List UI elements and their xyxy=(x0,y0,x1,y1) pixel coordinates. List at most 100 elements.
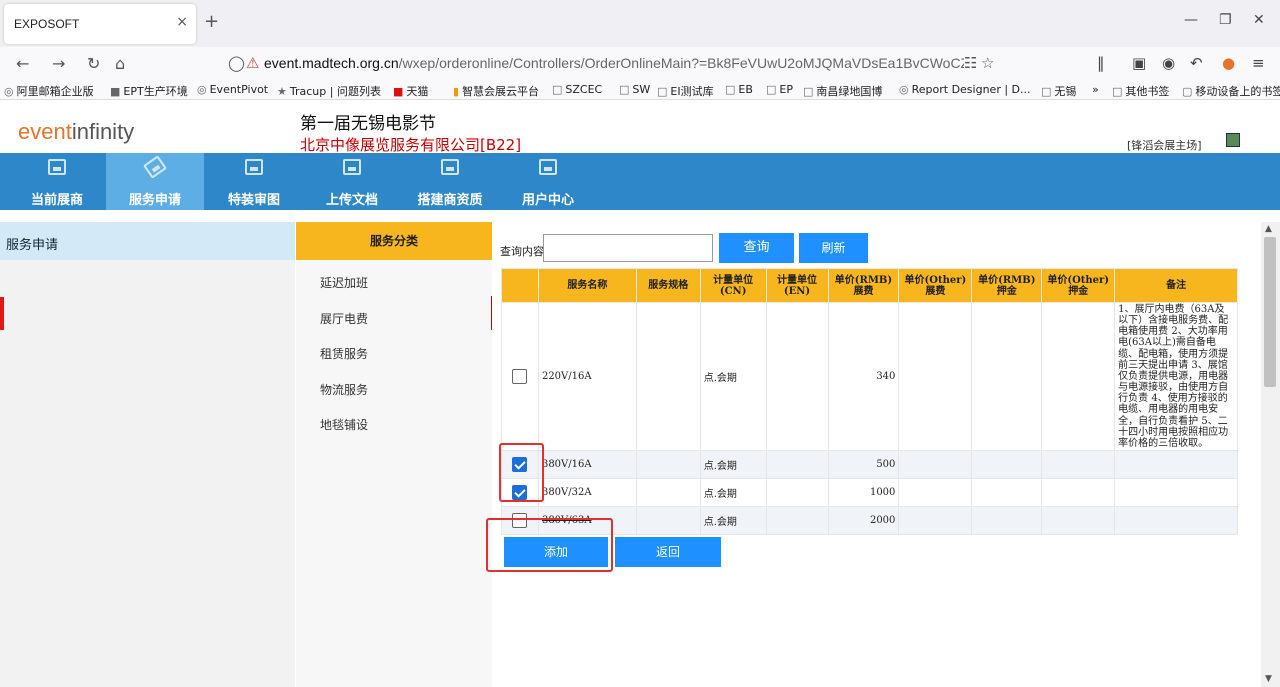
tmall-icon: ■ xyxy=(393,85,404,98)
service-spec xyxy=(635,478,701,507)
sidebar: 服务申请 xyxy=(0,222,295,687)
account-icon[interactable]: ● xyxy=(1222,54,1235,72)
service-name: 380V/32A xyxy=(537,478,637,507)
header-cell: 单价(Other) 押金 xyxy=(1041,268,1116,303)
refresh-button[interactable]: 刷新 xyxy=(799,233,868,263)
bookmark-star-icon[interactable]: ☆ xyxy=(981,54,994,72)
header-cell: 计量单位 (CN) xyxy=(699,268,767,303)
unit-en xyxy=(765,478,829,507)
bookmark-item[interactable]: ▮ 智慧会展云平台 xyxy=(453,83,539,99)
bookmark-item[interactable]: □ EI测试库 xyxy=(657,83,714,99)
remark xyxy=(1114,478,1238,507)
bookmark-item[interactable]: □ SZCEC xyxy=(552,83,602,96)
nav-builder-qualification[interactable]: 搭建商资质 xyxy=(401,153,499,210)
service-spec xyxy=(635,450,701,479)
back-arrow-icon[interactable]: ← xyxy=(16,54,29,73)
home-icon[interactable]: ⌂ xyxy=(115,54,125,73)
remark xyxy=(1114,450,1238,479)
category-item-overtime[interactable]: 延迟加班 xyxy=(320,274,368,291)
more-bookmarks-icon[interactable]: » xyxy=(1092,83,1099,96)
table-row: 380V/16A 点.会期 500 xyxy=(501,450,1238,479)
category-item-electricity[interactable]: 展厅电费 xyxy=(320,310,368,327)
deposit-rmb xyxy=(971,506,1043,535)
logo[interactable]: eventinfinity xyxy=(18,119,134,145)
folder-icon: □ xyxy=(803,85,814,98)
company-name: 北京中像展览服务有限公司[B22] xyxy=(300,136,522,154)
table-header-row: 服务名称 服务规格 计量单位 (CN) 计量单位 (EN) 单价(RMB) 展费… xyxy=(501,268,1238,303)
reload-icon[interactable]: ↻ xyxy=(87,54,100,73)
bookmark-item[interactable]: ■ EPT生产环境 xyxy=(110,83,188,99)
service-name: 380V/16A xyxy=(537,450,637,479)
bookmark-item[interactable]: □ 无锡 xyxy=(1041,83,1076,99)
bookmarks-bar: ◎ 阿里邮箱企业版 ■ EPT生产环境 ◎ EventPivot ★ Tracup | … xyxy=(0,80,1280,100)
bookmark-item[interactable]: ▢ 移动设备上的书签 xyxy=(1182,83,1280,99)
bookmark-item[interactable]: □ EB xyxy=(725,83,753,96)
bookmark-item[interactable]: □ 南昌绿地国博 xyxy=(803,83,882,99)
main-nav: 当前展商 服务申请 特装审图 上传文档 搭建商资质 用户中心 xyxy=(0,153,1280,210)
bookmark-item[interactable]: ◎ EventPivot xyxy=(197,83,268,96)
share-icon[interactable]: ↶ xyxy=(1190,54,1203,72)
category-panel: 服务分类 延迟加班 展厅电费 租赁服务 物流服务 地毯铺设 xyxy=(296,222,492,687)
url-bar[interactable]: ◯ ⚠ event.madtech.org.cn/wxep/orderonlin… xyxy=(226,50,996,77)
row-checkbox[interactable] xyxy=(512,369,528,384)
category-item-carpet[interactable]: 地毯铺设 xyxy=(320,416,368,433)
bookmark-item[interactable]: ◎ Report Designer | D... xyxy=(899,83,1031,96)
export-icon[interactable] xyxy=(1226,133,1240,147)
service-spec xyxy=(635,506,701,535)
nav-user-center[interactable]: 用户中心 xyxy=(499,153,597,210)
image-icon xyxy=(343,159,361,175)
page-scrollbar[interactable]: ▲ ▼ xyxy=(1261,222,1280,687)
unit-cn: 点.会期 xyxy=(699,450,767,479)
nav-special-review[interactable]: 特装审图 xyxy=(205,153,303,210)
window-close-icon[interactable]: ✕ xyxy=(1253,12,1265,28)
menu-icon[interactable]: ≡ xyxy=(1252,54,1265,72)
new-tab-icon[interactable]: + xyxy=(204,11,219,32)
nav-service-request[interactable]: 服务申请 xyxy=(106,153,204,210)
url-text[interactable]: event.madtech.org.cn/wxep/orderonline/Co… xyxy=(264,55,964,71)
scroll-up-icon[interactable]: ▲ xyxy=(1265,224,1272,234)
folder-icon: □ xyxy=(725,83,736,96)
price-rmb: 500 xyxy=(827,450,900,479)
unit-cn: 点.会期 xyxy=(699,302,767,451)
reader-mode-icon[interactable]: ☷ xyxy=(964,54,977,72)
header-cell: 服务规格 xyxy=(635,268,701,303)
bookmark-item[interactable]: □ EP xyxy=(766,83,793,96)
sidebar-item-service-request[interactable]: 服务申请 xyxy=(0,222,295,260)
checkbox-highlight-box xyxy=(499,443,544,502)
mailbox-icon xyxy=(539,159,557,175)
bookmark-item[interactable]: □ SW xyxy=(619,83,650,96)
scroll-thumb[interactable] xyxy=(1264,237,1276,387)
bookmark-item[interactable]: ■ 天猫 xyxy=(393,83,428,99)
event-title: 第一届无锡电影节 xyxy=(300,114,436,134)
lock-warning-icon[interactable]: ⚠ xyxy=(246,54,259,72)
tab-title: EXPOSOFT xyxy=(14,17,80,31)
bookmark-item[interactable]: □ 其他书签 xyxy=(1112,83,1169,99)
query-input[interactable] xyxy=(543,234,713,262)
category-item-logistics[interactable]: 物流服务 xyxy=(320,381,368,398)
close-tab-icon[interactable]: × xyxy=(176,14,188,30)
forward-arrow-icon[interactable]: → xyxy=(52,54,65,73)
globe-icon: ◎ xyxy=(197,83,207,96)
chat-icon[interactable]: ◉ xyxy=(1162,54,1175,72)
unit-en xyxy=(765,302,829,451)
remark xyxy=(1114,506,1238,535)
bookmark-item[interactable]: ★ Tracup | 问题列表 xyxy=(277,83,381,99)
extension-icon[interactable]: ▣ xyxy=(1132,54,1146,72)
price-rmb: 2000 xyxy=(827,506,900,535)
category-item-rental[interactable]: 租赁服务 xyxy=(320,345,368,362)
restore-icon[interactable]: ❐ xyxy=(1219,12,1232,28)
folder-icon: □ xyxy=(766,83,777,96)
back-button[interactable]: 返回 xyxy=(615,537,721,567)
nav-current-exhibitor[interactable]: 当前展商 xyxy=(8,153,106,210)
header-cell: 单价(RMB) 展费 xyxy=(827,268,900,303)
browser-tab[interactable]: EXPOSOFT × xyxy=(4,4,196,44)
library-icon[interactable]: ‖ xyxy=(1097,54,1105,72)
query-label: 查询内容 xyxy=(500,245,544,258)
scroll-down-icon[interactable]: ▼ xyxy=(1265,674,1272,684)
shield-icon[interactable]: ◯ xyxy=(228,54,245,72)
search-button[interactable]: 查询 xyxy=(719,233,794,263)
bookmark-item[interactable]: ◎ 阿里邮箱企业版 xyxy=(4,83,94,99)
row-checkbox-cell[interactable] xyxy=(501,302,539,451)
minimize-icon[interactable]: — xyxy=(1184,12,1198,28)
nav-upload-docs[interactable]: 上传文档 xyxy=(303,153,401,210)
